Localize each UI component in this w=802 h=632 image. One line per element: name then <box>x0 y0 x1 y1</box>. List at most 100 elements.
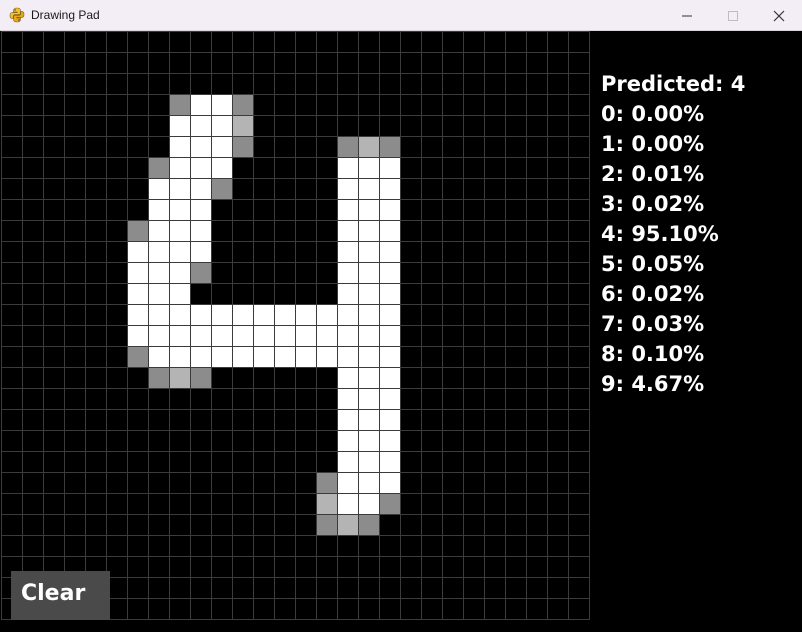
grid-pixel[interactable] <box>337 409 358 430</box>
grid-pixel[interactable] <box>148 325 169 346</box>
grid-pixel[interactable] <box>337 514 358 535</box>
grid-pixel[interactable] <box>274 346 295 367</box>
grid-pixel[interactable] <box>358 241 379 262</box>
grid-pixel[interactable] <box>337 262 358 283</box>
grid-pixel[interactable] <box>211 325 232 346</box>
grid-pixel[interactable] <box>169 136 190 157</box>
grid-pixel[interactable] <box>169 346 190 367</box>
grid-pixel[interactable] <box>337 367 358 388</box>
grid-pixel[interactable] <box>148 367 169 388</box>
grid-pixel[interactable] <box>316 325 337 346</box>
grid-pixel[interactable] <box>148 283 169 304</box>
grid-pixel[interactable] <box>379 136 400 157</box>
close-button[interactable] <box>756 0 802 31</box>
grid-pixel[interactable] <box>148 241 169 262</box>
grid-pixel[interactable] <box>379 157 400 178</box>
grid-pixel[interactable] <box>379 178 400 199</box>
grid-pixel[interactable] <box>127 304 148 325</box>
grid-pixel[interactable] <box>190 241 211 262</box>
grid-pixel[interactable] <box>337 136 358 157</box>
minimize-button[interactable] <box>664 0 710 31</box>
grid-pixel[interactable] <box>337 493 358 514</box>
grid-pixel[interactable] <box>358 514 379 535</box>
grid-pixel[interactable] <box>148 157 169 178</box>
grid-pixel[interactable] <box>148 220 169 241</box>
grid-pixel[interactable] <box>379 409 400 430</box>
grid-pixel[interactable] <box>316 346 337 367</box>
grid-pixel[interactable] <box>337 199 358 220</box>
grid-pixel[interactable] <box>232 325 253 346</box>
grid-pixel[interactable] <box>211 157 232 178</box>
grid-pixel[interactable] <box>190 94 211 115</box>
grid-pixel[interactable] <box>379 283 400 304</box>
clear-button[interactable]: Clear <box>11 571 110 620</box>
grid-pixel[interactable] <box>358 199 379 220</box>
grid-pixel[interactable] <box>337 304 358 325</box>
grid-pixel[interactable] <box>211 178 232 199</box>
grid-pixel[interactable] <box>169 199 190 220</box>
grid-pixel[interactable] <box>169 157 190 178</box>
grid-pixel[interactable] <box>169 262 190 283</box>
grid-pixel[interactable] <box>337 472 358 493</box>
grid-pixel[interactable] <box>316 514 337 535</box>
grid-pixel[interactable] <box>127 325 148 346</box>
grid-pixel[interactable] <box>379 220 400 241</box>
grid-pixel[interactable] <box>379 430 400 451</box>
grid-pixel[interactable] <box>316 472 337 493</box>
grid-pixel[interactable] <box>190 346 211 367</box>
grid-pixel[interactable] <box>379 451 400 472</box>
grid-pixel[interactable] <box>358 451 379 472</box>
grid-pixel[interactable] <box>337 388 358 409</box>
grid-pixel[interactable] <box>169 304 190 325</box>
grid-pixel[interactable] <box>148 346 169 367</box>
grid-pixel[interactable] <box>148 199 169 220</box>
grid-pixel[interactable] <box>337 430 358 451</box>
grid-pixel[interactable] <box>358 409 379 430</box>
grid-pixel[interactable] <box>148 262 169 283</box>
grid-pixel[interactable] <box>358 136 379 157</box>
grid-pixel[interactable] <box>211 94 232 115</box>
grid-pixel[interactable] <box>211 346 232 367</box>
grid-pixel[interactable] <box>169 115 190 136</box>
grid-pixel[interactable] <box>379 262 400 283</box>
grid-pixel[interactable] <box>358 367 379 388</box>
grid-pixel[interactable] <box>358 304 379 325</box>
grid-pixel[interactable] <box>379 367 400 388</box>
grid-pixel[interactable] <box>337 178 358 199</box>
grid-pixel[interactable] <box>358 346 379 367</box>
grid-pixel[interactable] <box>232 304 253 325</box>
grid-pixel[interactable] <box>190 136 211 157</box>
grid-pixel[interactable] <box>232 94 253 115</box>
grid-pixel[interactable] <box>295 325 316 346</box>
grid-pixel[interactable] <box>211 115 232 136</box>
grid-pixel[interactable] <box>190 157 211 178</box>
grid-pixel[interactable] <box>316 304 337 325</box>
grid-pixel[interactable] <box>337 283 358 304</box>
drawing-grid[interactable] <box>1 31 590 620</box>
grid-pixel[interactable] <box>379 241 400 262</box>
grid-pixel[interactable] <box>337 157 358 178</box>
grid-pixel[interactable] <box>295 304 316 325</box>
grid-pixel[interactable] <box>358 388 379 409</box>
grid-pixel[interactable] <box>190 115 211 136</box>
grid-pixel[interactable] <box>148 178 169 199</box>
grid-pixel[interactable] <box>190 367 211 388</box>
grid-pixel[interactable] <box>169 94 190 115</box>
grid-pixel[interactable] <box>274 325 295 346</box>
grid-pixel[interactable] <box>295 346 316 367</box>
grid-pixel[interactable] <box>337 451 358 472</box>
grid-pixel[interactable] <box>337 346 358 367</box>
grid-pixel[interactable] <box>211 304 232 325</box>
grid-pixel[interactable] <box>127 283 148 304</box>
grid-pixel[interactable] <box>379 346 400 367</box>
grid-pixel[interactable] <box>127 220 148 241</box>
grid-pixel[interactable] <box>253 304 274 325</box>
grid-pixel[interactable] <box>232 136 253 157</box>
grid-pixel[interactable] <box>190 325 211 346</box>
grid-pixel[interactable] <box>358 283 379 304</box>
grid-pixel[interactable] <box>253 325 274 346</box>
grid-pixel[interactable] <box>358 493 379 514</box>
grid-pixel[interactable] <box>211 136 232 157</box>
grid-pixel[interactable] <box>190 262 211 283</box>
grid-pixel[interactable] <box>169 283 190 304</box>
